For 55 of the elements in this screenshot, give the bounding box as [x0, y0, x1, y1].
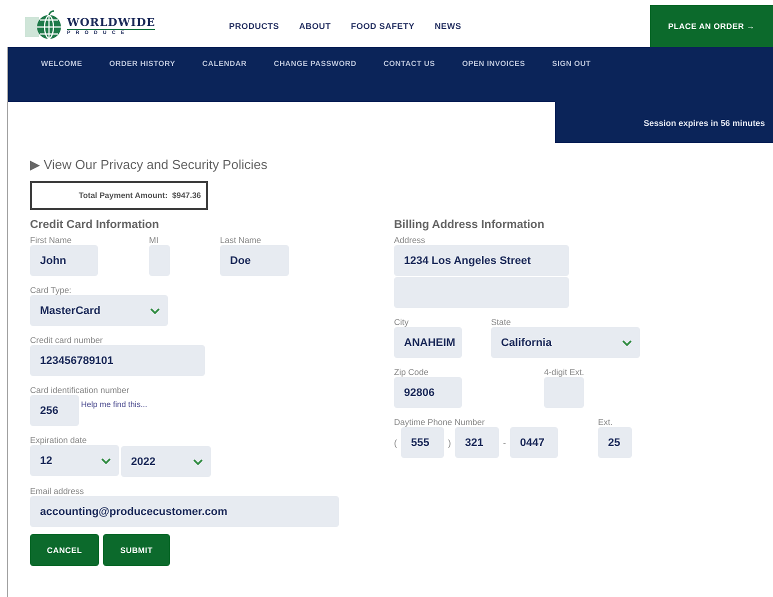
input-field[interactable]	[544, 377, 584, 408]
field-label: Credit card number	[30, 335, 104, 345]
field-label: Email address	[30, 486, 85, 496]
dropdown[interactable]: California	[491, 327, 640, 358]
dash-text: -	[503, 438, 506, 448]
input-field[interactable]: 92806	[394, 377, 462, 408]
help-link[interactable]: Help me find this...	[81, 400, 148, 409]
field-label: 4-digit Ext.	[544, 367, 586, 377]
input-field[interactable]: accounting@producecustomer.com	[30, 496, 339, 527]
paren-text: )	[448, 438, 451, 448]
logo-name: WORLDWIDE	[67, 16, 156, 29]
input-field[interactable]: ANAHEIM	[394, 327, 462, 358]
field-label: Card identification number	[30, 385, 130, 395]
nav-link[interactable]: FOOD SAFETY	[350, 21, 415, 31]
input-field[interactable]	[149, 245, 170, 276]
section-heading: Credit Card Information	[30, 219, 160, 231]
input-field[interactable]: 123456789101	[30, 345, 205, 376]
field-label: Last Name	[220, 235, 262, 245]
field-label: MI	[149, 235, 160, 245]
nav-link[interactable]: ABOUT	[299, 21, 331, 31]
dropdown[interactable]: 12	[30, 445, 119, 476]
field-label: State	[491, 317, 512, 327]
nav-link[interactable]: PRODUCTS	[229, 21, 280, 31]
input-field[interactable]: 321	[455, 427, 499, 458]
input-field[interactable]: John	[30, 245, 98, 276]
field-label: Ext.	[598, 417, 614, 427]
chevron-icon	[622, 340, 632, 346]
chevron-icon	[193, 458, 203, 464]
chevron-icon	[101, 458, 111, 464]
input-field[interactable]: Doe	[220, 245, 289, 276]
nav-link[interactable]: NEWS	[434, 21, 462, 31]
input-field[interactable]: 256	[30, 395, 79, 426]
section-heading: Billing Address Information	[394, 219, 546, 231]
cancel-button[interactable]: CANCEL	[30, 534, 99, 566]
submit-button[interactable]: SUBMIT	[103, 534, 170, 566]
field-label: Card Type:	[30, 285, 72, 295]
dropdown[interactable]: MasterCard	[30, 295, 168, 326]
input-field[interactable]	[394, 277, 569, 308]
field-label: Expiration date	[30, 435, 88, 445]
input-field[interactable]: 1234 Los Angeles Street	[394, 245, 569, 276]
total-payment-box: Total Payment Amount: $947.36	[30, 181, 208, 210]
paren-text: (	[394, 438, 397, 448]
input-field[interactable]: 0447	[510, 427, 558, 458]
place-order-button[interactable]: PLACE AN ORDER →	[650, 5, 773, 47]
chevron-icon	[150, 308, 160, 314]
field-label: Zip Code	[394, 367, 430, 377]
field-label: First Name	[30, 235, 73, 245]
privacy-toggle[interactable]: ▶ View Our Privacy and Security Policies	[30, 157, 773, 172]
field-label: Daytime Phone Number	[394, 417, 486, 427]
input-field[interactable]: 555	[401, 427, 444, 458]
field-label: Address	[394, 235, 426, 245]
field-label: City	[394, 317, 410, 327]
input-field[interactable]: 25	[598, 427, 632, 458]
session-notice: Session expires in 56 minutes	[555, 102, 773, 143]
dropdown[interactable]: 2022	[121, 446, 211, 477]
